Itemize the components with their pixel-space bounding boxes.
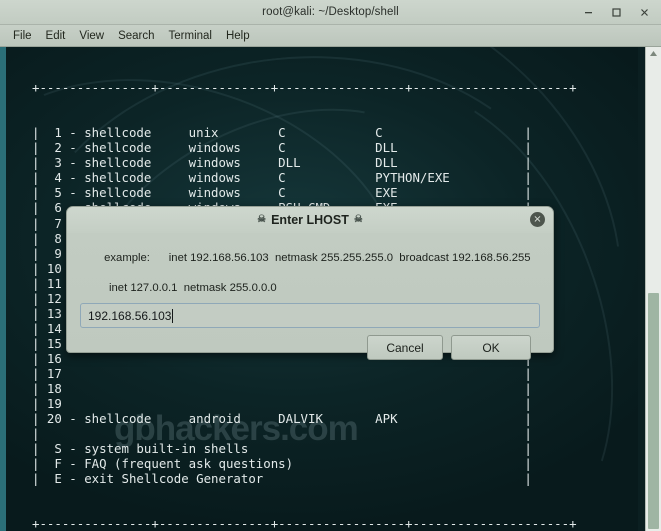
window-titlebar: root@kali: ~/Desktop/shell <box>0 0 661 25</box>
lhost-input-value: 192.168.56.103 <box>88 308 172 323</box>
dialog-title: Enter LHOST <box>271 213 349 227</box>
terminal-line: | 19 | <box>32 396 532 412</box>
terminal-line: | 3 - shellcode windows DLL DLL | <box>32 155 532 171</box>
terminal-line: | 18 | <box>32 381 532 397</box>
dialog-example-label: example: <box>104 252 150 264</box>
menu-item-view[interactable]: View <box>72 28 111 44</box>
cancel-button[interactable]: Cancel <box>367 335 443 360</box>
terminal-scrollbar[interactable] <box>645 47 661 531</box>
terminal-line: | 1 - shellcode unix C C | <box>32 125 532 141</box>
dialog-titlebar: ☠ Enter LHOST ☠ × <box>67 207 553 233</box>
menu-item-help[interactable]: Help <box>219 28 257 44</box>
dialog-example-line1: inet 192.168.56.103 netmask 255.255.255.… <box>168 252 531 264</box>
scrollbar-thumb[interactable] <box>648 293 659 529</box>
terminal-window-root: root@kali: ~/Desktop/shell File Edit Vie… <box>0 0 661 531</box>
menu-item-file[interactable]: File <box>6 28 39 44</box>
maximize-button[interactable] <box>603 2 629 22</box>
dialog-title-group: ☠ Enter LHOST ☠ <box>257 213 363 227</box>
menu-item-search[interactable]: Search <box>111 28 161 44</box>
menubar: File Edit View Search Terminal Help <box>0 25 661 47</box>
window-title: root@kali: ~/Desktop/shell <box>262 6 399 18</box>
ok-button[interactable]: OK <box>451 335 531 360</box>
dialog-button-row: Cancel OK <box>79 328 541 360</box>
terminal-line: | S - system built-in shells | <box>32 441 532 457</box>
lhost-input[interactable]: 192.168.56.103 <box>80 303 540 328</box>
close-button[interactable] <box>631 2 657 22</box>
text-cursor <box>172 308 174 323</box>
dialog-example-line2: inet 127.0.0.1 netmask 255.0.0.0 <box>109 282 277 294</box>
terminal-line: | 4 - shellcode windows C PYTHON/EXE | <box>32 170 532 186</box>
terminal-line: | F - FAQ (frequent ask questions) | <box>32 456 532 472</box>
dialog-body: example: inet 192.168.56.103 netmask 255… <box>67 233 553 360</box>
terminal-line: | 20 - shellcode android DALVIK APK | <box>32 411 532 427</box>
terminal-line: | 2 - shellcode windows C DLL | <box>32 140 532 156</box>
menu-item-terminal[interactable]: Terminal <box>162 28 219 44</box>
menu-item-edit[interactable]: Edit <box>39 28 73 44</box>
terminal-line: | | <box>32 426 532 442</box>
window-controls <box>575 0 657 24</box>
table-border-bottom: +---------------+---------------+-------… <box>32 516 577 531</box>
dialog-example-row: example: inet 192.168.56.103 netmask 255… <box>79 236 541 281</box>
minimize-button[interactable] <box>575 2 601 22</box>
dialog-close-icon[interactable]: × <box>530 212 545 227</box>
skull-icon-left: ☠ <box>257 214 267 225</box>
table-border-top: +---------------+---------------+-------… <box>32 80 577 96</box>
terminal-line: | 17 | <box>32 365 532 381</box>
skull-icon-right: ☠ <box>353 214 363 225</box>
scrollbar-up-arrow-icon[interactable] <box>646 47 661 60</box>
terminal-line: | 5 - shellcode windows C EXE | <box>32 185 532 201</box>
enter-lhost-dialog: ☠ Enter LHOST ☠ × example: inet 192.168.… <box>66 206 554 360</box>
terminal-line: | E - exit Shellcode Generator | <box>32 471 532 487</box>
